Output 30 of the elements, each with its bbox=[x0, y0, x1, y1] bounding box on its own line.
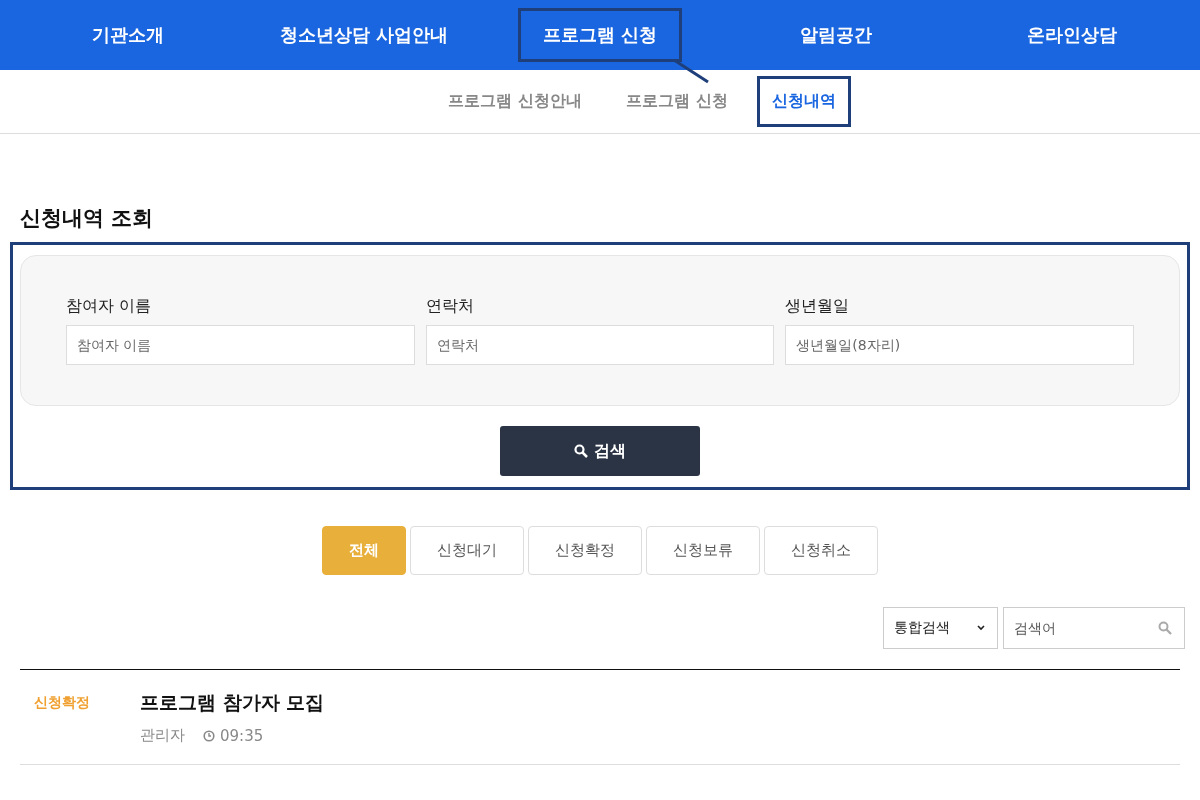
post-title[interactable]: 프로그램 참가자 모집 bbox=[140, 690, 325, 716]
nav-link[interactable]: 프로그램 신청 bbox=[517, 8, 683, 62]
keyword-field[interactable]: 검색어 bbox=[1003, 607, 1185, 649]
nav-link[interactable]: 알림공간 bbox=[775, 8, 897, 62]
section-title: 신청내역 조회 bbox=[20, 205, 155, 232]
scope-dropdown[interactable]: 통합검색 bbox=[883, 607, 998, 649]
clock-icon bbox=[203, 729, 215, 742]
status-tab[interactable]: 신청확정 bbox=[528, 526, 642, 575]
field-label: 참여자 이름 bbox=[66, 296, 153, 317]
input-field[interactable]: 연락처 bbox=[425, 325, 775, 365]
nav-link[interactable]: 청소년상담 사업안내 bbox=[254, 8, 474, 62]
sub-tab[interactable]: 프로그램 신청안내 bbox=[433, 76, 597, 127]
nav-link[interactable]: 온라인상담 bbox=[1002, 8, 1142, 62]
status-tab[interactable]: 신청보류 bbox=[646, 526, 760, 575]
search-icon bbox=[1158, 621, 1172, 635]
status-label: 신청확정 bbox=[34, 693, 91, 712]
nav-link[interactable]: 기관소개 bbox=[67, 8, 189, 62]
post-author: 관리자 bbox=[140, 726, 185, 745]
field-label: 생년월일 bbox=[785, 296, 851, 317]
field-label: 연락처 bbox=[425, 296, 475, 317]
sub-tab[interactable]: 신청내역 bbox=[756, 76, 851, 127]
post-time: 09:35 bbox=[220, 726, 264, 745]
input-field[interactable]: 생년월일(8자리) bbox=[785, 325, 1134, 365]
search-icon bbox=[574, 444, 588, 458]
input-field[interactable]: 참여자 이름 bbox=[66, 325, 415, 365]
status-tab[interactable]: 신청취소 bbox=[764, 526, 878, 575]
chevron-down-icon bbox=[977, 625, 985, 631]
sub-tab[interactable]: 프로그램 신청 bbox=[611, 76, 743, 127]
status-tab[interactable]: 신청대기 bbox=[410, 526, 524, 575]
search-button[interactable]: 검색 bbox=[500, 426, 700, 476]
